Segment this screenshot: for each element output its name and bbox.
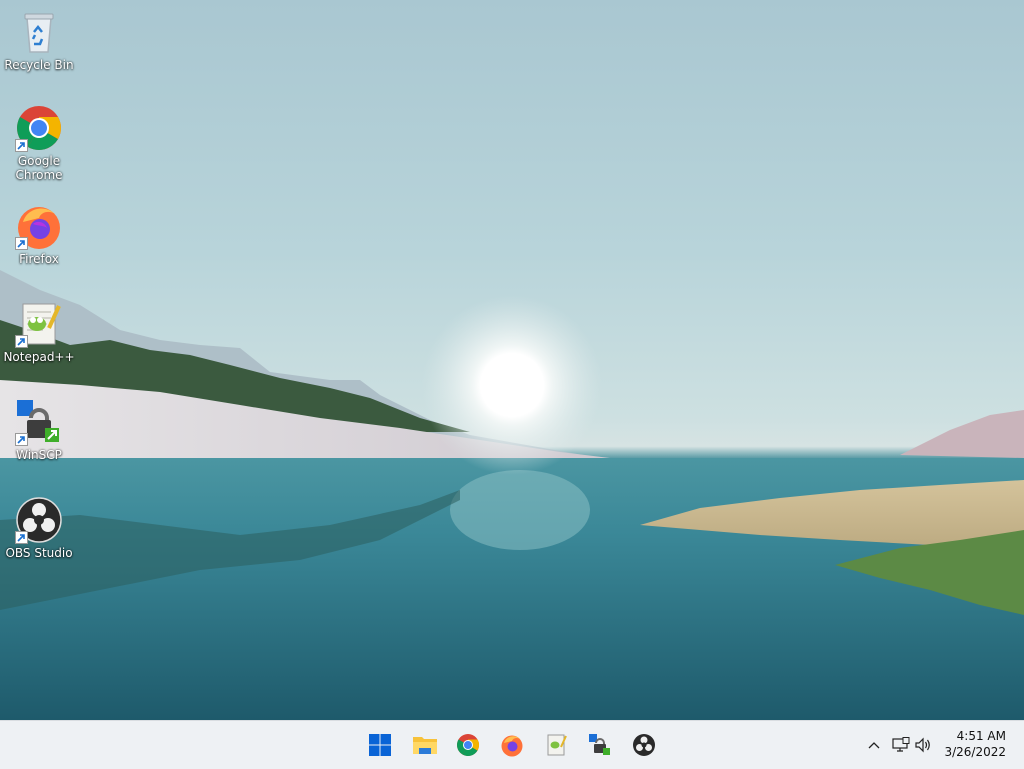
shortcut-arrow-icon <box>15 433 28 446</box>
firefox-icon <box>15 202 63 250</box>
network-button[interactable] <box>890 730 912 760</box>
desktop-icon-obs-studio[interactable]: OBS Studio <box>2 496 76 560</box>
taskbar-file-explorer-button[interactable] <box>409 729 441 761</box>
taskbar-obs-button[interactable] <box>628 729 660 761</box>
shortcut-arrow-icon <box>15 531 28 544</box>
system-tray <box>864 721 934 769</box>
desktop-icon-winscp[interactable]: WinSCP <box>2 398 76 462</box>
shortcut-arrow-icon <box>15 139 28 152</box>
taskbar: 4:51 AM 3/26/2022 <box>0 720 1024 769</box>
desktop-icon-firefox[interactable]: Firefox <box>2 202 76 266</box>
taskbar-notepadpp-button[interactable] <box>540 729 572 761</box>
start-button[interactable] <box>364 729 396 761</box>
desktop-icon-notepadpp[interactable]: Notepad++ <box>2 300 76 364</box>
winscp-icon <box>15 398 63 446</box>
clock-button[interactable]: 4:51 AM 3/26/2022 <box>944 728 1006 760</box>
show-hidden-icons-button[interactable] <box>864 730 884 760</box>
desktop-icon-label: Firefox <box>19 252 59 266</box>
network-icon <box>892 737 910 752</box>
firefox-icon <box>501 735 523 757</box>
shortcut-arrow-icon <box>15 237 28 250</box>
obs-icon <box>15 496 63 544</box>
wallpaper-image <box>0 270 1024 720</box>
taskbar-firefox-button[interactable] <box>496 729 528 761</box>
desktop-icon-google-chrome[interactable]: Google Chrome <box>2 104 76 182</box>
desktop-icon-label: Notepad++ <box>3 350 75 364</box>
desktop-icon-label: Recycle Bin <box>4 58 74 72</box>
notepadpp-icon <box>547 734 567 756</box>
recycle-bin-icon <box>15 8 63 56</box>
clock-time: 4:51 AM <box>956 729 1006 743</box>
desktop-icon-recycle-bin[interactable]: Recycle Bin <box>2 8 76 72</box>
clock-date: 3/26/2022 <box>944 745 1006 759</box>
obs-icon <box>633 734 655 756</box>
desktop-icon-label: Google Chrome <box>15 154 63 182</box>
volume-icon <box>915 737 930 753</box>
notepadpp-icon <box>15 300 63 348</box>
desktop-icon-label: OBS Studio <box>5 546 73 560</box>
taskbar-winscp-button[interactable] <box>584 729 616 761</box>
desktop: Recycle Bin Google Chrome Firefox Notepa… <box>0 0 1024 720</box>
start-icon <box>369 734 391 756</box>
file-explorer-icon <box>413 737 437 754</box>
shortcut-arrow-icon <box>15 335 28 348</box>
chrome-icon <box>457 734 479 756</box>
winscp-icon <box>589 734 610 755</box>
volume-button[interactable] <box>912 730 934 760</box>
desktop-icon-label: WinSCP <box>16 448 62 462</box>
chevron-up-icon <box>868 742 880 749</box>
chrome-icon <box>15 104 63 152</box>
taskbar-chrome-button[interactable] <box>452 729 484 761</box>
